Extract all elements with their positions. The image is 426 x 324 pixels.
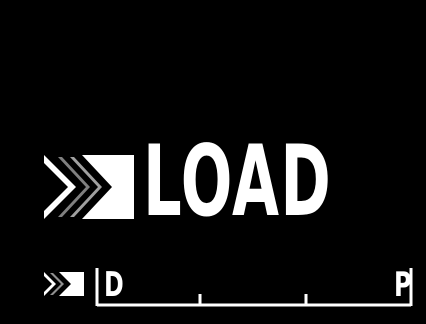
scale-end-label: P [394,265,412,305]
load-label: LOAD [143,125,332,239]
forward-load-icon [44,155,134,219]
scale-start-label: D [104,265,124,305]
forward-load-mini-icon [44,272,84,296]
load-scale: D P [94,264,420,310]
scale-ruler [95,268,413,307]
display-screen: LOAD D P [8,8,426,324]
